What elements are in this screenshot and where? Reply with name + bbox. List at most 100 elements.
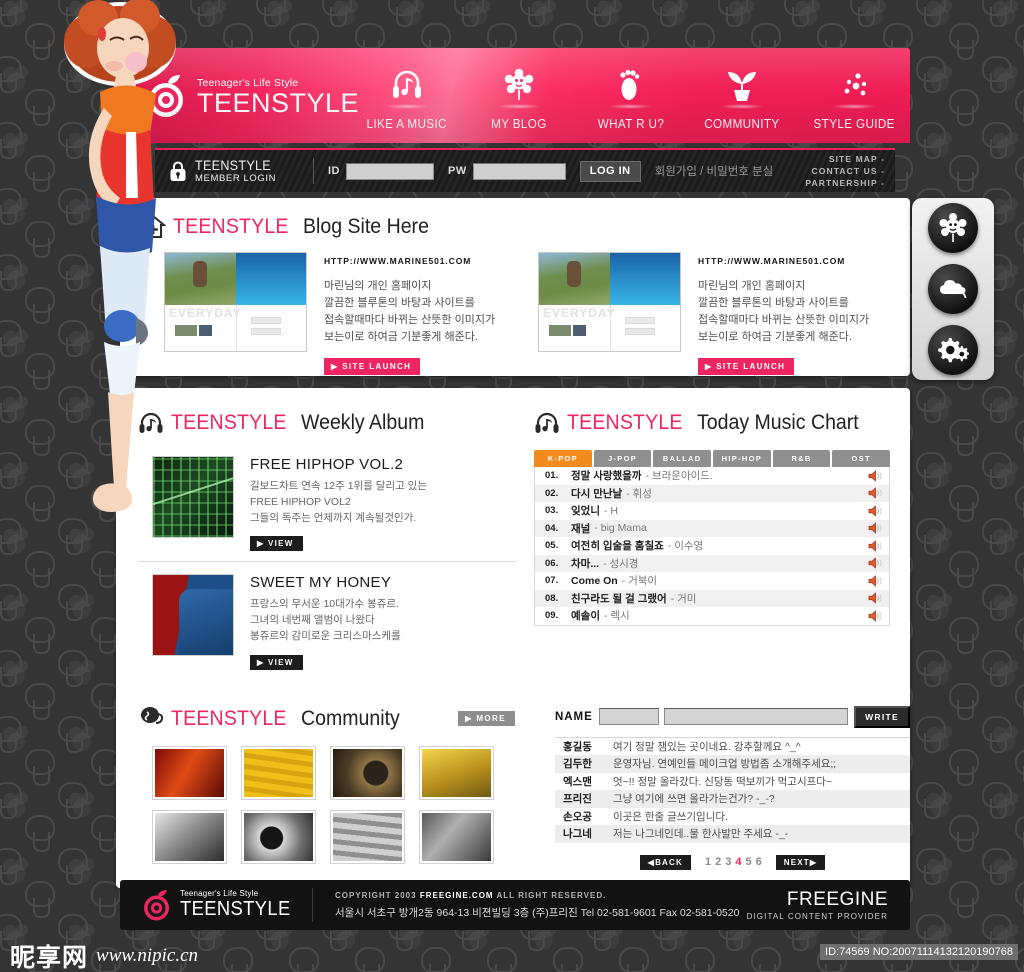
link-partnership[interactable]: PARTNERSHIP - bbox=[805, 177, 885, 189]
pagination-page-1[interactable]: 1 bbox=[705, 856, 711, 868]
community-thumbnail[interactable] bbox=[330, 809, 405, 864]
chart-tab-j-pop[interactable]: J-POP bbox=[593, 450, 652, 467]
guestbook-entry-row[interactable]: 홍길동 여기 정말 잼있는 곳이네요. 강추할께요 ^_^ bbox=[555, 738, 910, 756]
blog-thumbnail[interactable]: EVERYDAY bbox=[538, 252, 681, 352]
pagination-next-button[interactable]: NEXT▶ bbox=[775, 854, 826, 870]
password-input[interactable] bbox=[472, 162, 566, 180]
speaker-icon[interactable] bbox=[868, 609, 883, 622]
blog-url[interactable]: HTTP://WWW.MARINE501.COM bbox=[698, 256, 869, 266]
track-title: 여전히 입술을 훔칠죠 bbox=[571, 540, 664, 553]
speaker-icon[interactable] bbox=[868, 469, 883, 482]
community-more-button[interactable]: ▶ MORE bbox=[458, 711, 515, 726]
chart-track-row[interactable]: 02. 다시 만난날 - 휘성 bbox=[535, 484, 889, 502]
blog-url[interactable]: HTTP://WWW.MARINE501.COM bbox=[324, 256, 495, 266]
community-title-brand: TEENSTYLE bbox=[171, 706, 287, 730]
guestbook-write-button[interactable]: WRITE bbox=[854, 705, 910, 728]
brand-logo[interactable]: Teenager's Life Style TEENSTYLE bbox=[146, 74, 359, 118]
weekly-album-title: TEENSTYLE Weekly Album bbox=[138, 410, 516, 436]
album-desc-line: 길보드차트 연속 12주 1위를 달리고 있는 bbox=[250, 480, 428, 492]
pagination-page-2[interactable]: 2 bbox=[715, 856, 721, 868]
album-cover[interactable] bbox=[152, 456, 234, 538]
album-view-button[interactable]: ▶ VIEW bbox=[250, 536, 303, 552]
chart-track-row[interactable]: 04. 재널 - big Mama bbox=[535, 519, 889, 537]
album-view-label: VIEW bbox=[267, 657, 294, 667]
track-title: 차마... bbox=[571, 557, 600, 570]
community-thumbnail[interactable] bbox=[152, 745, 227, 800]
chart-tab-hip-hop[interactable]: HIP-HOP bbox=[713, 450, 771, 467]
speaker-icon[interactable] bbox=[868, 574, 883, 587]
speaker-icon[interactable] bbox=[868, 592, 883, 605]
community-thumbnail[interactable] bbox=[152, 809, 227, 864]
nav-item-what-r-u[interactable]: WHAT R U? bbox=[575, 64, 687, 131]
nav-label: STYLE GUIDE bbox=[813, 116, 895, 131]
album-body: SWEET MY HONEY 프랑스의 무서운 10대가수 봉쥬르. 그녀의 네… bbox=[250, 574, 401, 670]
guestbook-pagination: ◀BACK 123456 NEXT▶ bbox=[555, 854, 910, 870]
blog-card-body: HTTP://WWW.MARINE501.COM 마린님의 개인 홈페이지 깔끔… bbox=[698, 252, 869, 376]
nav-item-my-blog[interactable]: MY BLOG bbox=[463, 64, 575, 131]
speaker-icon[interactable] bbox=[868, 504, 883, 517]
join-password-links[interactable]: 회원가입 / 비밀번호 분실 bbox=[655, 163, 774, 179]
headphones-note-icon bbox=[139, 412, 163, 433]
chart-track-row[interactable]: 05. 여전히 입술을 훔칠죠 - 이수영 bbox=[535, 537, 889, 555]
pagination-page-5[interactable]: 5 bbox=[745, 856, 751, 868]
nav-icon-shadow bbox=[832, 104, 877, 109]
chart-track-row[interactable]: 07. Come On - 거북이 bbox=[535, 572, 889, 590]
chart-tab-ost[interactable]: OST bbox=[832, 450, 891, 467]
blog-thumbnail[interactable]: EVERYDAY bbox=[164, 252, 307, 352]
pagination-page-3[interactable]: 3 bbox=[725, 856, 731, 868]
blog-desc-line: 보는이로 하여금 기분좋게 해준다. bbox=[698, 331, 852, 344]
nav-item-like-a-music[interactable]: LIKE A MUSIC bbox=[351, 64, 463, 131]
album-title: SWEET MY HONEY bbox=[250, 574, 392, 592]
nav-item-community[interactable]: COMMUNITY bbox=[686, 64, 798, 131]
community-thumbnail[interactable] bbox=[419, 745, 494, 800]
guestbook-entry-row[interactable]: 손오공 이곳은 한줄 글쓰기입니다. bbox=[555, 808, 910, 826]
guestbook-entry-row[interactable]: 나그네 저는 나그네인데..물 한사발만 주세요 -_- bbox=[554, 825, 910, 843]
pagination-back-button[interactable]: ◀BACK bbox=[639, 854, 691, 870]
chart-track-row[interactable]: 08. 친구라도 될 걸 그랬어 - 거미 bbox=[535, 589, 889, 607]
dock-button-cloud-mouse[interactable] bbox=[928, 263, 978, 314]
album-desc-line: 그녀의 네번째 앨범이 나왔다 bbox=[250, 614, 375, 626]
blog-card: EVERYDAY HTTP://WWW.MARINE501.COM 마린님의 개… bbox=[538, 252, 890, 376]
chart-track-row[interactable]: 03. 잊었니 - H bbox=[535, 502, 889, 520]
thumb-mini-image bbox=[573, 325, 586, 336]
watermark-url: www.nipic.cn bbox=[96, 945, 199, 966]
album-view-button[interactable]: ▶ VIEW bbox=[250, 654, 303, 670]
guestbook-entry-row[interactable]: 엑스맨 엇~!! 정말 올라갔다. 신당동 떡보끼가 먹고시프다~ bbox=[555, 773, 910, 791]
pagination-page-6[interactable]: 6 bbox=[756, 856, 762, 868]
link-site-map[interactable]: SITE MAP - bbox=[805, 153, 885, 165]
dock-button-flower-face[interactable] bbox=[928, 203, 978, 254]
album-cover[interactable] bbox=[152, 574, 234, 657]
chart-tab-k-pop[interactable]: K-POP bbox=[534, 450, 592, 467]
speaker-icon[interactable] bbox=[868, 557, 883, 570]
speaker-icon[interactable] bbox=[868, 487, 883, 500]
guestbook-name-input[interactable] bbox=[598, 708, 659, 725]
plant-pot-icon bbox=[725, 64, 759, 102]
guestbook-entry-row[interactable]: 프리진 그냥 여기에 쓰면 올라가는건가? -_-? bbox=[554, 790, 910, 808]
chart-tab-r-and-b[interactable]: R&B bbox=[772, 450, 831, 467]
guestbook-entry-row[interactable]: 김두한 운영자님. 연예인들 메이크업 방법좀 소개해주세요;; bbox=[554, 755, 910, 773]
community-thumbnail[interactable] bbox=[241, 745, 316, 800]
chart-track-row[interactable]: 06. 차마... - 성시경 bbox=[535, 554, 889, 572]
link-contact-us[interactable]: CONTACT US - bbox=[805, 165, 885, 177]
lock-icon bbox=[170, 161, 186, 181]
nav-item-style-guide[interactable]: STYLE GUIDE bbox=[798, 64, 910, 131]
community-thumbnail[interactable] bbox=[419, 809, 494, 864]
login-button[interactable]: LOG IN bbox=[579, 160, 641, 182]
guestbook-message-input[interactable] bbox=[663, 708, 849, 725]
blog-section-title: TEENSTYLE Blog Site Here bbox=[140, 214, 910, 240]
site-launch-button[interactable]: ▶ SITE LAUNCH bbox=[324, 358, 421, 376]
speaker-icon[interactable] bbox=[868, 539, 883, 552]
speaker-icon[interactable] bbox=[868, 522, 883, 535]
dock-button-gears[interactable] bbox=[928, 324, 978, 375]
site-footer: Teenager's Life Style TEENSTYLE COPYRIGH… bbox=[120, 880, 910, 930]
community-thumbnail[interactable] bbox=[330, 745, 405, 800]
chart-track-row[interactable]: 09. 예솔이 - 렉시 bbox=[535, 607, 889, 625]
pagination-page-4[interactable]: 4 bbox=[735, 856, 741, 868]
guestbook-entry-name: 프리진 bbox=[562, 793, 592, 806]
site-launch-button[interactable]: ▶ SITE LAUNCH bbox=[698, 358, 795, 376]
chart-track-row[interactable]: 01. 정말 사랑했을까 - 브라운아이드. bbox=[535, 467, 889, 485]
id-input[interactable] bbox=[346, 162, 434, 180]
track-artist: - 브라운아이드. bbox=[645, 470, 713, 483]
chart-tab-ballad[interactable]: BALLAD bbox=[653, 450, 712, 467]
community-thumbnail[interactable] bbox=[241, 809, 316, 864]
